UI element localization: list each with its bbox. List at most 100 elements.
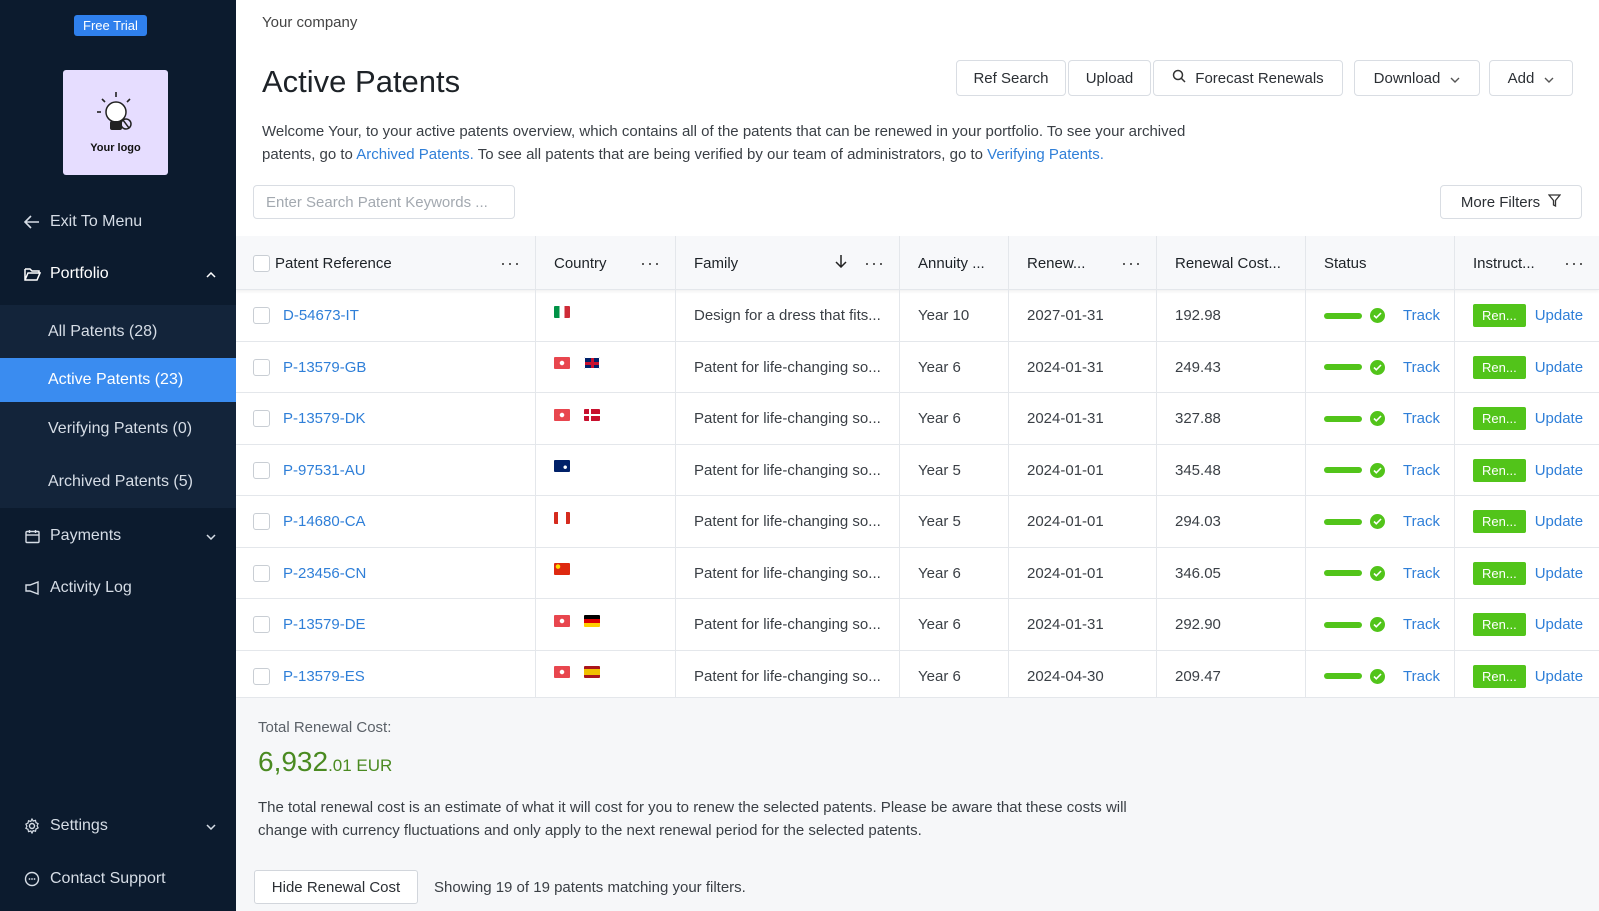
sidebar-item-settings[interactable]: Settings: [0, 804, 236, 848]
patent-reference-link[interactable]: P-23456-CN: [283, 565, 366, 582]
patent-reference-link[interactable]: P-14680-CA: [283, 513, 366, 530]
renew-button[interactable]: Ren...: [1473, 355, 1526, 379]
company-logo[interactable]: Your logo: [63, 70, 168, 175]
track-link[interactable]: Track: [1403, 462, 1440, 479]
column-header-status[interactable]: Status: [1306, 236, 1455, 290]
renew-button[interactable]: Ren...: [1473, 407, 1526, 430]
sidebar-item-portfolio[interactable]: Portfolio: [0, 252, 236, 296]
track-link[interactable]: Track: [1403, 410, 1440, 427]
sidebar-item-label: Archived Patents (5): [48, 472, 193, 490]
column-menu-icon[interactable]: ···: [864, 253, 885, 274]
renewal-cost-note: The total renewal cost is an estimate of…: [258, 799, 1127, 839]
renew-button[interactable]: Ren...: [1473, 304, 1526, 327]
column-header-patent-reference[interactable]: Patent Reference ···: [236, 236, 536, 290]
update-link[interactable]: Update: [1535, 616, 1583, 633]
sidebar-item-all-patents[interactable]: All Patents (28): [0, 305, 236, 358]
patent-reference-link[interactable]: P-13579-ES: [283, 668, 365, 685]
renew-button[interactable]: Ren...: [1473, 510, 1526, 533]
column-header-instructions[interactable]: Instruct... ···: [1455, 236, 1599, 290]
archived-patents-link[interactable]: Archived Patents.: [356, 146, 474, 163]
column-menu-icon[interactable]: ···: [1121, 253, 1142, 274]
sidebar-item-active-patents[interactable]: Active Patents (23): [0, 358, 236, 402]
status-progress-bar: [1324, 415, 1362, 422]
patent-reference-link[interactable]: P-13579-DK: [283, 410, 366, 427]
track-link[interactable]: Track: [1403, 668, 1440, 685]
table-row[interactable]: P-13579-ES Patent for life-changing so..…: [236, 650, 1599, 702]
verifying-patents-link[interactable]: Verifying Patents.: [987, 146, 1104, 163]
cell-annuity: Year 6: [900, 599, 1009, 650]
calendar-icon: [22, 529, 42, 544]
renew-button[interactable]: Ren...: [1473, 613, 1526, 636]
table-row[interactable]: P-13579-GB Patent for life-changing so..…: [236, 341, 1599, 393]
row-checkbox[interactable]: [253, 667, 270, 685]
exit-to-menu[interactable]: Exit To Menu: [0, 200, 236, 244]
add-button[interactable]: Add: [1489, 60, 1573, 96]
row-checkbox[interactable]: [253, 410, 270, 427]
renew-button[interactable]: Ren...: [1473, 458, 1526, 482]
column-header-renewal-date[interactable]: Renew... ···: [1009, 236, 1157, 290]
update-link[interactable]: Update: [1535, 668, 1583, 685]
patent-reference-link[interactable]: P-13579-DE: [283, 616, 366, 633]
patents-table: Patent Reference ··· Country ··· Family …: [236, 236, 1599, 702]
column-menu-icon[interactable]: ···: [500, 253, 521, 274]
track-link[interactable]: Track: [1403, 307, 1440, 324]
track-link[interactable]: Track: [1403, 616, 1440, 633]
sidebar-item-archived-patents[interactable]: Archived Patents (5): [0, 455, 236, 508]
update-link[interactable]: Update: [1535, 565, 1583, 582]
row-checkbox[interactable]: [253, 307, 270, 324]
annuity-text: Year 6: [918, 616, 961, 633]
hide-renewal-cost-button[interactable]: Hide Renewal Cost: [254, 870, 418, 904]
table-row[interactable]: P-13579-DE Patent for life-changing so..…: [236, 599, 1599, 651]
ref-search-button[interactable]: Ref Search: [956, 60, 1066, 96]
family-text: Patent for life-changing so...: [694, 461, 881, 479]
update-link[interactable]: Update: [1535, 410, 1583, 427]
column-menu-icon[interactable]: ···: [1564, 253, 1585, 274]
column-header-annuity[interactable]: Annuity ...: [900, 236, 1009, 290]
sidebar-item-payments[interactable]: Payments: [0, 514, 236, 558]
table-row[interactable]: P-14680-CA Patent for life-changing so..…: [236, 496, 1599, 548]
track-link[interactable]: Track: [1403, 513, 1440, 530]
patent-reference-link[interactable]: P-13579-GB: [283, 359, 366, 376]
sidebar-item-activity-log[interactable]: Activity Log: [0, 566, 236, 610]
search-input[interactable]: [253, 185, 515, 219]
more-filters-button[interactable]: More Filters: [1440, 185, 1582, 219]
column-label: Patent Reference: [275, 254, 392, 272]
update-link[interactable]: Update: [1535, 513, 1583, 530]
sort-arrow-down-icon[interactable]: [835, 254, 847, 272]
chevron-down-icon: [206, 527, 216, 545]
update-link[interactable]: Update: [1535, 307, 1583, 324]
select-all-checkbox[interactable]: [253, 254, 270, 272]
sidebar-item-verifying-patents[interactable]: Verifying Patents (0): [0, 402, 236, 455]
row-checkbox[interactable]: [253, 564, 270, 582]
cell-status: Track: [1306, 650, 1455, 702]
renew-button[interactable]: Ren...: [1473, 664, 1526, 688]
row-checkbox[interactable]: [253, 513, 270, 530]
track-link[interactable]: Track: [1403, 565, 1440, 582]
track-link[interactable]: Track: [1403, 359, 1440, 376]
row-checkbox[interactable]: [253, 358, 270, 376]
patent-reference-link[interactable]: P-97531-AU: [283, 462, 366, 479]
update-link[interactable]: Update: [1535, 462, 1583, 479]
cell-patent-reference: P-13579-DK: [236, 393, 536, 444]
download-button[interactable]: Download: [1354, 60, 1480, 96]
flag-ep-icon: [554, 614, 570, 627]
sidebar-item-contact-support[interactable]: Contact Support: [0, 857, 236, 901]
row-checkbox[interactable]: [253, 461, 270, 479]
flag-gb-icon: [584, 357, 600, 369]
column-header-family[interactable]: Family ···: [676, 236, 900, 290]
table-row[interactable]: P-97531-AU Patent for life-changing so..…: [236, 444, 1599, 496]
table-row[interactable]: P-23456-CN Patent for life-changing so..…: [236, 547, 1599, 599]
upload-button[interactable]: Upload: [1068, 60, 1151, 96]
column-header-country[interactable]: Country ···: [536, 236, 676, 290]
check-circle-icon: [1370, 359, 1385, 375]
row-checkbox[interactable]: [253, 616, 270, 633]
column-menu-icon[interactable]: ···: [640, 253, 661, 274]
update-link[interactable]: Update: [1535, 359, 1583, 376]
patent-reference-link[interactable]: D-54673-IT: [283, 307, 359, 324]
forecast-renewals-button[interactable]: Forecast Renewals: [1153, 60, 1343, 96]
table-row[interactable]: P-13579-DK Patent for life-changing so..…: [236, 393, 1599, 445]
table-row[interactable]: D-54673-IT Design for a dress that fits.…: [236, 290, 1599, 342]
renew-button[interactable]: Ren...: [1473, 561, 1526, 585]
column-header-renewal-cost[interactable]: Renewal Cost...: [1157, 236, 1306, 290]
flag-ep-icon: [554, 357, 570, 369]
